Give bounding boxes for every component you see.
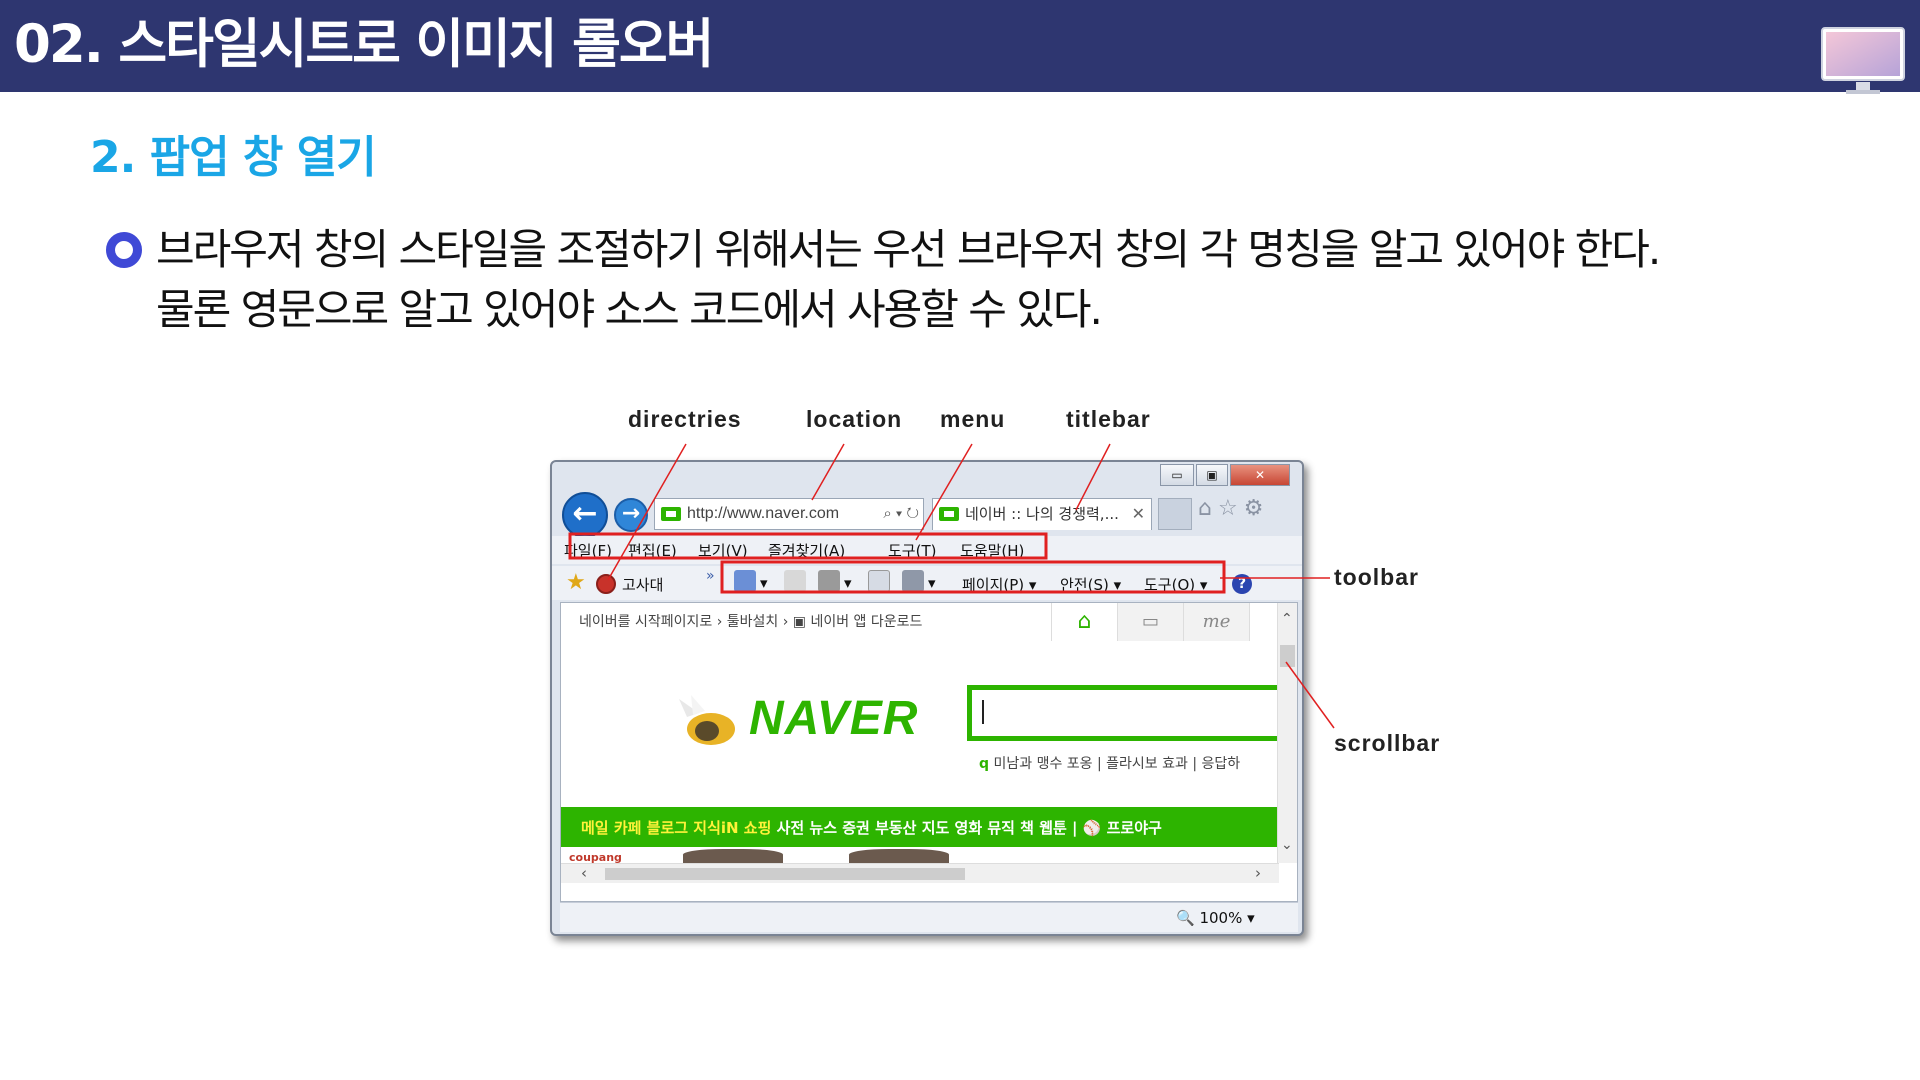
scroll-thumb[interactable] [1280, 645, 1295, 667]
menu-help[interactable]: 도움말(H) [960, 540, 1024, 561]
window-controls: ▭ ▣ ✕ [1160, 464, 1292, 488]
tab-favicon-icon [939, 507, 959, 521]
monitor-icon [1821, 27, 1905, 94]
label-directries: directries [628, 406, 742, 432]
service-nav-secondary[interactable]: 사전 뉴스 증권 부동산 지도 영화 뮤직 책 웹툰 | ⚾ 프로야구 [771, 819, 1162, 837]
address-tools-icon[interactable]: ⌕ ▾ ↻ [883, 499, 919, 529]
label-scrollbar: scrollbar [1334, 730, 1441, 756]
text-caret [982, 700, 984, 724]
site-favicon-icon [661, 507, 681, 521]
status-bar: 🔍 100% ▾ [560, 902, 1298, 932]
label-menu: menu [940, 406, 1006, 432]
ring-bullet-icon [106, 232, 142, 268]
service-nav-links[interactable]: 메일 카페 블로그 지식iN 쇼핑 사전 뉴스 증권 부동산 지도 영화 뮤직 … [581, 817, 1162, 838]
feed-icon[interactable] [818, 570, 840, 592]
ad-photo-2 [849, 849, 949, 863]
mail-tab-icon[interactable]: ▭ [1118, 603, 1184, 641]
page-viewport: 네이버를 시작페이지로 › 툴바설치 › ▣ 네이버 앱 다운로드 ⌂ ▭ me… [560, 602, 1298, 902]
service-nav-bar: 메일 카페 블로그 지식iN 쇼핑 사전 뉴스 증권 부동산 지도 영화 뮤직 … [561, 807, 1279, 847]
toolbar-page[interactable]: 페이지(P) ▾ [962, 574, 1036, 595]
scroll-left-icon[interactable]: ‹ [581, 864, 587, 882]
forward-arrow-icon[interactable]: → [614, 498, 648, 532]
menu-file[interactable]: 파일(F) [564, 540, 612, 561]
home-icon[interactable] [734, 570, 756, 592]
close-button[interactable]: ✕ [1230, 464, 1290, 486]
ad-strip: coupang [561, 849, 1279, 864]
page-top-links[interactable]: 네이버를 시작페이지로 › 툴바설치 › ▣ 네이버 앱 다운로드 [579, 611, 922, 631]
trending-keywords[interactable]: q 미남과 맹수 포옹 | 플라시보 효과 | 응답하 [979, 753, 1240, 773]
favorites-toolbar: ★ 고사대 » ▾ ▾ ▾ 페이지(P) ▾ 안전(S) ▾ 도구(O) ▾ ? [552, 566, 1302, 600]
address-url: http://www.naver.com [687, 505, 840, 522]
home-dropdown-icon[interactable]: ▾ [760, 574, 768, 592]
menu-tools[interactable]: 도구(T) [888, 540, 936, 561]
horizontal-scroll-thumb[interactable] [605, 868, 965, 880]
favorite-link[interactable]: 고사대 [622, 574, 663, 595]
add-favorite-star-icon[interactable]: ★ [566, 570, 586, 595]
body-line-1: 브라우저 창의 스타일을 조절하기 위해서는 우선 브라우저 창의 각 명칭을 … [156, 225, 1661, 274]
me-tab[interactable]: me [1184, 603, 1250, 641]
search-input[interactable] [967, 685, 1279, 741]
hand-icon[interactable] [784, 570, 806, 592]
menu-view[interactable]: 보기(V) [698, 540, 748, 561]
favorite-site-icon [596, 574, 616, 594]
menu-favorites[interactable]: 즐겨찾기(A) [768, 540, 845, 561]
zoom-level[interactable]: 🔍 100% ▾ [1176, 909, 1255, 927]
header-bar: 02. 스타일시트로 이미지 롤오버 [0, 0, 1920, 94]
mail-icon[interactable] [868, 570, 890, 592]
toolbar-tools[interactable]: 도구(O) ▾ [1144, 574, 1207, 595]
browser-window: ▭ ▣ ✕ ← → http://www.naver.com ⌕ ▾ ↻ 네이버… [550, 460, 1304, 936]
new-tab-button[interactable] [1158, 498, 1192, 530]
naver-mascot-icon [679, 695, 735, 745]
label-location: location [806, 406, 903, 432]
ad-photo-1 [683, 849, 783, 863]
maximize-button[interactable]: ▣ [1196, 464, 1228, 486]
body-line-2: 물론 영문으로 알고 있어야 소스 코드에서 사용할 수 있다. [156, 285, 1103, 334]
section-title: 2. 팝업 창 열기 [90, 132, 377, 183]
vertical-scrollbar[interactable]: ⌃ ⌄ [1277, 603, 1297, 863]
naver-logo[interactable]: NAVER [749, 691, 918, 746]
menu-bar: 파일(F) 편집(E) 보기(V) 즐겨찾기(A) 도구(T) 도움말(H) [552, 536, 1302, 564]
service-nav-primary[interactable]: 메일 카페 블로그 지식iN 쇼핑 [581, 819, 771, 837]
print-dropdown-icon[interactable]: ▾ [928, 574, 936, 592]
page-service-tabs: ⌂ ▭ me [1051, 603, 1251, 641]
horizontal-scrollbar[interactable]: ‹ › [561, 863, 1279, 883]
body-paragraph: 브라우저 창의 스타일을 조절하기 위해서는 우선 브라우저 창의 각 명칭을 … [156, 220, 1896, 340]
menu-edit[interactable]: 편집(E) [628, 540, 677, 561]
back-arrow-icon[interactable]: ← [562, 492, 608, 538]
home-tab-icon[interactable]: ⌂ [1052, 603, 1118, 641]
scroll-up-icon[interactable]: ⌃ [1281, 611, 1293, 627]
scroll-down-icon[interactable]: ⌄ [1281, 837, 1293, 853]
print-icon[interactable] [902, 570, 924, 592]
home-favorites-settings-icons[interactable]: ⌂☆⚙ [1198, 496, 1302, 521]
favorites-overflow-icon[interactable]: » [706, 568, 715, 584]
minimize-button[interactable]: ▭ [1160, 464, 1194, 486]
address-bar[interactable]: http://www.naver.com ⌕ ▾ ↻ [654, 498, 924, 530]
help-icon[interactable]: ? [1232, 574, 1252, 594]
keywords-text: 미남과 맹수 포옹 | 플라시보 효과 | 응답하 [993, 756, 1241, 772]
label-toolbar: toolbar [1334, 564, 1419, 590]
label-titlebar: titlebar [1066, 406, 1151, 432]
scroll-right-icon[interactable]: › [1255, 864, 1261, 882]
tab-title: 네이버 :: 나의 경쟁력,... [965, 505, 1119, 523]
feed-dropdown-icon[interactable]: ▾ [844, 574, 852, 592]
page-title: 02. 스타일시트로 이미지 롤오버 [14, 14, 714, 75]
tab-naver[interactable]: 네이버 :: 나의 경쟁력,... ✕ [932, 498, 1152, 530]
tab-close-icon[interactable]: ✕ [1132, 499, 1145, 529]
toolbar-safety[interactable]: 안전(S) ▾ [1060, 574, 1121, 595]
search-small-icon: q [979, 756, 990, 772]
